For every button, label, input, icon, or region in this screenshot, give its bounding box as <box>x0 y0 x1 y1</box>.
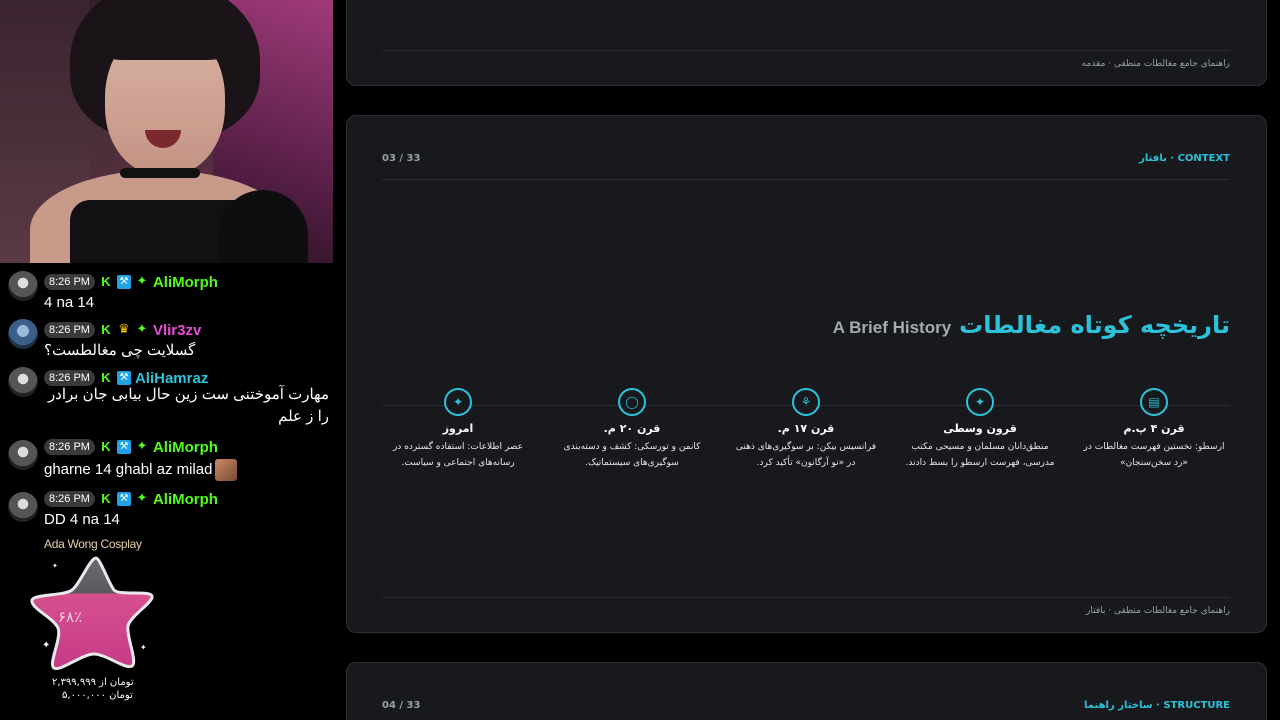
goal-star-icon: ✦ ✦ ✦ <box>22 550 162 678</box>
slide-number: 03 / 33 <box>382 153 421 164</box>
sparkle-badge-icon: ✦ <box>136 491 148 506</box>
svg-text:✦: ✦ <box>140 643 147 652</box>
emote-icon <box>215 459 238 482</box>
timeline-description: عصر اطلاعات: استفاده گسترده در رسانه‌های … <box>392 442 524 468</box>
timeline-item: ✦ امروز عصر اطلاعات: استفاده گسترده در رس… <box>373 388 543 471</box>
message-text: DD 4 na 14 <box>44 511 120 528</box>
message-text: gharne 14 ghabl az milad <box>44 459 238 482</box>
slide-footer: راهنمای جامع مغالطات منطقی · مقدمه <box>1081 59 1230 69</box>
timeline-description: فرانسیس بیکن: بر سوگیری‌های ذهنی در «نو آ… <box>735 442 877 468</box>
slide-previous: راهنمای جامع مغالطات منطقی · مقدمه <box>346 0 1267 86</box>
slide-next: STRUCTURE · ساختار راهنما 04 / 33 <box>346 662 1267 720</box>
goal-title: Ada Wong Cosplay <box>44 537 142 551</box>
goal-amount-raised: ۲,۳۹۹,۹۹۹ تومان از <box>52 677 134 688</box>
moderator-badge-icon: ⚒ <box>116 492 131 506</box>
message-time: 8:26 PM <box>44 322 95 338</box>
sparkle-icon: ✦ <box>444 388 472 416</box>
message-time: 8:26 PM <box>44 274 95 290</box>
message-time: 8:26 PM <box>44 439 95 455</box>
kick-badge-icon: K <box>101 491 111 506</box>
username[interactable]: AliMorph <box>153 439 218 456</box>
message-time: 8:26 PM <box>44 491 95 507</box>
message-text: مهارت آموختنی ست زین حال بیابی جان برادر… <box>47 386 329 425</box>
brain-icon: ⚘ <box>792 388 820 416</box>
timeline-description: ارسطو: نخستین فهرست مغالطات در «رد سخن‌سن… <box>1083 442 1225 468</box>
goal-percent: ۶۸٪ <box>58 608 83 626</box>
slide-number: 04 / 33 <box>382 700 421 711</box>
goal-amount-target: ۵,۰۰۰,۰۰۰ تومان <box>62 690 133 701</box>
timeline-title: قرن ۲۰ م. <box>603 422 661 435</box>
timeline-title: قرن ۴ پ.م <box>1123 422 1185 435</box>
slide-section-label: CONTEXT · بافتار <box>1139 153 1230 164</box>
sparkle-icon: ✦ <box>966 388 994 416</box>
kick-badge-icon: K <box>101 370 111 385</box>
message-text: 4 na 14 <box>44 294 95 311</box>
moderator-badge-icon: ⚒ <box>116 371 131 385</box>
timeline-description: منطق‌دانان مسلمان و مسیحی مکتب مدرسی، فهر… <box>905 442 1055 468</box>
kick-badge-icon: K <box>101 439 111 454</box>
timeline-item: ▤ قرن ۴ پ.م ارسطو: نخستین فهرست مغالطات … <box>1069 388 1239 471</box>
slide-title-persian: تاریخچه کوتاه مغالطات <box>959 311 1230 339</box>
timeline-title: امروز <box>442 422 474 435</box>
message-text: گسلایت چی مغالطست؟ <box>44 342 196 359</box>
svg-text:✦: ✦ <box>42 640 50 651</box>
circle-icon: ◯ <box>618 388 646 416</box>
slide-section-label: STRUCTURE · ساختار راهنما <box>1084 700 1230 711</box>
slide-title-english: A Brief History <box>832 318 952 337</box>
timeline-title: قرن ۱۷ م. <box>777 422 835 435</box>
svg-text:✦: ✦ <box>52 562 58 570</box>
avatar <box>8 319 38 349</box>
slide-footer: راهنمای جامع مغالطات منطقی · بافتار <box>1086 606 1230 616</box>
timeline-title: قرون وسطی <box>943 422 1017 435</box>
slide-current: CONTEXT · بافتار 03 / 33 A Brief History… <box>346 115 1267 633</box>
avatar <box>8 492 38 522</box>
timeline-item: ◯ قرن ۲۰ م. کانمن و تورسکی: کشف و دسته‌ب… <box>547 388 717 471</box>
slide-title: A Brief History تاریخچه کوتاه مغالطات <box>833 311 1230 339</box>
webcam-feed <box>0 0 333 263</box>
timeline-item: ✦ قرون وسطی منطق‌دانان مسلمان و مسیحی مک… <box>895 388 1065 471</box>
sparkle-badge-icon: ✦ <box>136 439 148 454</box>
avatar <box>8 271 38 301</box>
crown-badge-icon: ♛ <box>118 322 130 337</box>
username[interactable]: Vlir3zv <box>153 322 201 339</box>
moderator-badge-icon: ⚒ <box>116 440 131 454</box>
kick-badge-icon: K <box>101 274 111 289</box>
username[interactable]: AliMorph <box>153 491 218 508</box>
sparkle-badge-icon: ✦ <box>136 322 148 337</box>
sparkle-badge-icon: ✦ <box>136 274 148 289</box>
username[interactable]: AliMorph <box>153 274 218 291</box>
timeline-description: کانمن و تورسکی: کشف و دسته‌بندی سوگیری‌ها… <box>563 442 701 468</box>
moderator-badge-icon: ⚒ <box>116 275 131 289</box>
kick-badge-icon: K <box>101 322 111 337</box>
avatar <box>8 367 38 397</box>
book-icon: ▤ <box>1140 388 1168 416</box>
avatar <box>8 440 38 470</box>
timeline-item: ⚘ قرن ۱۷ م. فرانسیس بیکن: بر سوگیری‌های … <box>721 388 891 471</box>
